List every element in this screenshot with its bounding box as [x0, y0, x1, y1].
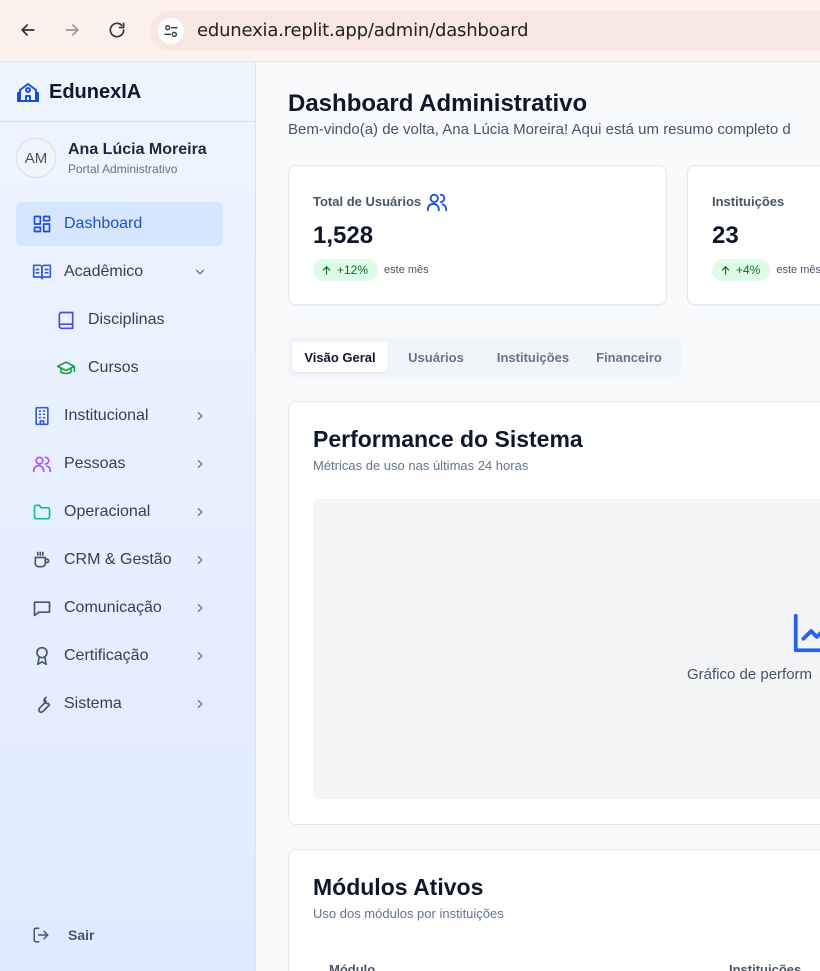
arrow-up-icon	[322, 265, 331, 275]
logout-button[interactable]: Sair	[32, 926, 94, 944]
chevron-right-icon	[197, 555, 203, 565]
sidebar-item-sistema[interactable]: Sistema	[16, 682, 223, 726]
sidebar-item-comunicacao[interactable]: Comunicação	[16, 586, 223, 630]
logout-icon	[33, 927, 49, 943]
line-chart-icon	[793, 613, 820, 653]
sidebar-item-label: Disciplinas	[88, 311, 165, 328]
tab-usuarios[interactable]: Usuários	[398, 342, 474, 372]
chevron-right-icon	[197, 699, 203, 709]
panel-title: Performance do Sistema	[313, 426, 583, 452]
page-title: Dashboard Administrativo	[288, 90, 588, 117]
chart-placeholder-text: Gráfico de perform	[687, 666, 813, 683]
user-role: Portal Administrativo	[68, 161, 178, 176]
brand[interactable]: EdunexIA	[16, 80, 141, 104]
sidebar-item-cursos[interactable]: Cursos	[40, 346, 223, 390]
reload-icon	[109, 22, 125, 38]
chevron-down-icon	[195, 269, 205, 275]
stat-change: +4% este mês	[712, 259, 820, 281]
users-icon	[426, 193, 448, 212]
sidebar-item-label: Pessoas	[64, 455, 126, 472]
sidebar-item-label: Dashboard	[64, 215, 143, 232]
message-icon	[33, 601, 51, 617]
modules-panel: Módulos Ativos Uso dos módulos por insti…	[288, 849, 820, 971]
reload-button[interactable]	[103, 16, 131, 44]
url-text[interactable]: edunexia.replit.app/admin/dashboard	[197, 20, 529, 41]
trend-note: este mês	[384, 264, 429, 276]
stat-value: 23	[712, 222, 739, 249]
divider	[0, 121, 256, 122]
user-profile: AM Ana Lúcia Moreira Portal Administrati…	[16, 138, 207, 178]
sidebar-item-label: Operacional	[64, 503, 151, 520]
award-icon	[36, 646, 48, 666]
tab-instituicoes[interactable]: Instituições	[486, 342, 580, 372]
page-subtitle: Bem-vindo(a) de volta, Ana Lúcia Moreira…	[288, 121, 791, 138]
sidebar-item-label: Institucional	[64, 407, 149, 424]
chevron-right-icon	[197, 651, 203, 661]
panel-subtitle: Uso dos módulos por instituições	[313, 906, 504, 921]
trend-badge: +4%	[712, 259, 771, 281]
panel-subtitle: Métricas de uso nas últimas 24 horas	[313, 458, 529, 473]
brand-name: EdunexIA	[49, 80, 142, 103]
stat-label: Total de Usuários	[313, 194, 422, 209]
chevron-right-icon	[197, 603, 203, 613]
users-icon	[32, 456, 52, 473]
sidebar-item-disciplinas[interactable]: Disciplinas	[40, 298, 223, 342]
tab-visao-geral[interactable]: Visão Geral	[292, 342, 388, 372]
sidebar-item-academico[interactable]: Acadêmico	[16, 250, 223, 294]
book-icon	[58, 311, 74, 330]
sidebar-item-dashboard[interactable]: Dashboard	[16, 202, 223, 246]
avatar: AM	[16, 138, 56, 178]
building-icon	[35, 406, 49, 426]
sidebar-item-operacional[interactable]: Operacional	[16, 490, 223, 534]
sidebar-item-crm-gestao[interactable]: CRM & Gestão	[16, 538, 223, 582]
chevron-right-icon	[197, 459, 203, 469]
sidebar: EdunexIA AM Ana Lúcia Moreira Portal Adm…	[0, 62, 256, 971]
stat-value: 1,528	[313, 222, 374, 249]
site-settings-button[interactable]	[158, 18, 184, 44]
stat-change: +12% este mês	[313, 259, 429, 281]
back-button[interactable]	[14, 16, 42, 44]
trend-value: +12%	[337, 263, 369, 277]
trend-badge: +12%	[313, 259, 379, 281]
arrow-up-icon	[721, 265, 730, 275]
trend-note: este mês	[776, 264, 820, 276]
school-icon	[17, 83, 39, 102]
folder-icon	[33, 504, 51, 520]
coffee-icon	[34, 551, 50, 568]
stat-card-instituicoes: Instituições 23 +4% este mês	[687, 165, 820, 305]
tab-list: Visão Geral Usuários Instituições Financ…	[288, 337, 681, 377]
main-content: Dashboard Administrativo Bem-vindo(a) de…	[256, 62, 820, 971]
book-open-icon	[32, 264, 52, 280]
logout-label: Sair	[68, 927, 95, 943]
sidebar-item-label: Sistema	[64, 695, 122, 712]
tab-financeiro[interactable]: Financeiro	[588, 342, 670, 372]
graduation-cap-icon	[56, 361, 76, 375]
panel-title: Módulos Ativos	[313, 874, 484, 900]
sidebar-item-certificacao[interactable]: Certificação	[16, 634, 223, 678]
sidebar-item-institucional[interactable]: Institucional	[16, 394, 223, 438]
column-header-modulo: Módulo	[329, 962, 376, 971]
browser-toolbar: edunexia.replit.app/admin/dashboard	[0, 0, 820, 62]
arrow-right-icon	[65, 24, 79, 36]
sidebar-item-label: Certificação	[64, 647, 149, 664]
sidebar-item-label: Comunicação	[64, 599, 162, 616]
chart-placeholder-area: Gráfico de perform	[313, 499, 820, 799]
column-header-instituicoes: Instituições	[729, 962, 802, 971]
user-name: Ana Lúcia Moreira	[68, 140, 207, 158]
chevron-right-icon	[197, 507, 203, 517]
stat-label: Instituições	[712, 194, 785, 209]
trend-value: +4%	[736, 263, 761, 277]
sidebar-item-pessoas[interactable]: Pessoas	[16, 442, 223, 486]
performance-panel: Performance do Sistema Métricas de uso n…	[288, 401, 820, 825]
forward-button[interactable]	[58, 16, 86, 44]
sidebar-item-label: Cursos	[88, 359, 139, 376]
tune-icon	[164, 24, 178, 37]
sidebar-item-label: CRM & Gestão	[64, 551, 172, 568]
dashboard-icon	[33, 215, 51, 233]
chevron-right-icon	[197, 411, 203, 421]
sidebar-item-label: Acadêmico	[64, 263, 144, 280]
arrow-left-icon	[21, 24, 35, 36]
stat-card-usuarios: Total de Usuários 1,528 +12% este mês	[288, 165, 667, 305]
wrench-icon	[38, 696, 51, 713]
